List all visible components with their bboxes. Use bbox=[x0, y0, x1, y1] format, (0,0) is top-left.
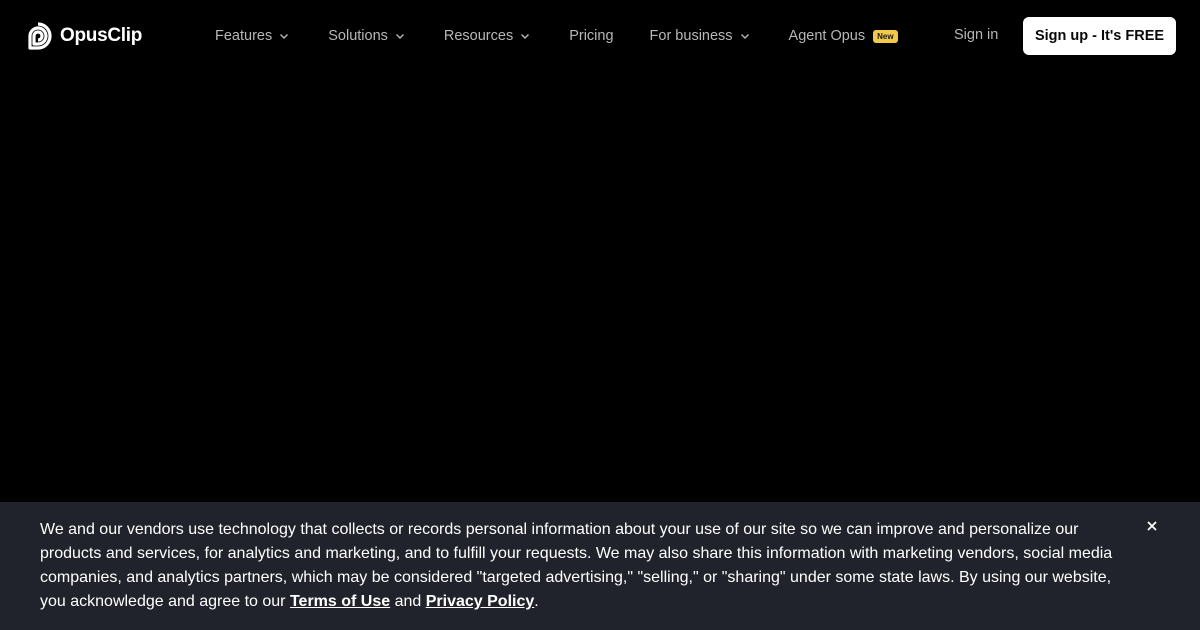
chevron-down-icon bbox=[740, 34, 749, 39]
cookie-notice-and: and bbox=[390, 593, 426, 610]
chevron-down-icon bbox=[395, 34, 404, 39]
nav-pricing-label: Pricing bbox=[569, 28, 614, 44]
terms-of-use-link[interactable]: Terms of Use bbox=[290, 593, 390, 610]
brand-logo[interactable]: OpusClip bbox=[24, 22, 142, 50]
nav-agent-opus-label: Agent Opus bbox=[788, 28, 866, 44]
new-badge: New bbox=[873, 29, 898, 43]
chevron-down-icon bbox=[280, 34, 289, 39]
opusclip-logo-icon bbox=[28, 22, 52, 50]
chevron-down-icon bbox=[521, 34, 530, 39]
privacy-policy-link[interactable]: Privacy Policy bbox=[426, 593, 535, 610]
cookie-notice-text: We and our vendors use technology that c… bbox=[40, 518, 1130, 614]
close-icon[interactable] bbox=[1144, 518, 1160, 534]
nav-for-business[interactable]: For business bbox=[650, 28, 751, 44]
nav-pricing[interactable]: Pricing bbox=[569, 28, 613, 44]
nav-solutions[interactable]: Solutions bbox=[328, 28, 406, 44]
nav-resources-label: Resources bbox=[443, 28, 514, 44]
nav-features[interactable]: Features bbox=[215, 28, 290, 44]
nav-agent-opus[interactable]: Agent Opus New bbox=[789, 28, 898, 44]
cookie-consent-banner: We and our vendors use technology that c… bbox=[0, 502, 1200, 630]
brand-name: OpusClip bbox=[60, 25, 143, 46]
sign-up-button[interactable]: Sign up - It's FREE bbox=[1023, 17, 1176, 55]
nav-for-business-label: For business bbox=[649, 28, 733, 44]
nav-resources[interactable]: Resources bbox=[444, 28, 531, 44]
nav-solutions-label: Solutions bbox=[328, 28, 388, 44]
cookie-notice-end: . bbox=[534, 593, 539, 610]
nav-features-label: Features bbox=[215, 28, 273, 44]
main-nav: Features Solutions Resources Pricing For… bbox=[215, 0, 898, 72]
sign-in-link[interactable]: Sign in bbox=[954, 27, 998, 43]
site-header: OpusClip Features Solutions Resources Pr… bbox=[0, 0, 1200, 72]
page: OpusClip Features Solutions Resources Pr… bbox=[0, 0, 1200, 630]
cookie-notice-body: We and our vendors use technology that c… bbox=[40, 521, 1113, 610]
